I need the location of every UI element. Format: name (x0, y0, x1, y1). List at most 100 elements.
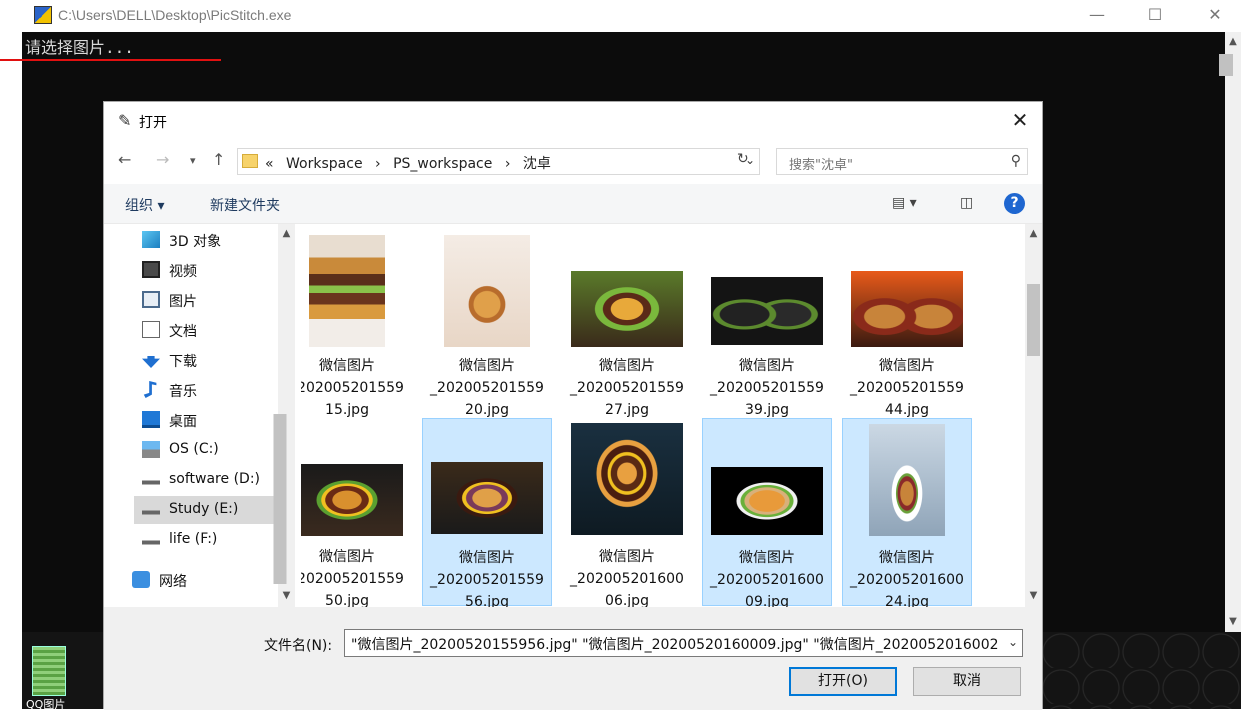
nav-item[interactable]: 视频 (134, 256, 274, 284)
scroll-up-icon[interactable]: ▲ (278, 228, 295, 239)
address-bar[interactable]: « Workspace › PS_workspace › 沈卓 ⌄ (237, 148, 760, 175)
nav-item[interactable]: 桌面 (134, 406, 274, 434)
file-tile[interactable]: 微信图片 _202005201559 50.jpg (301, 418, 412, 607)
nav-item-label: 网络 (159, 574, 187, 590)
documents-icon (142, 321, 160, 338)
recent-dropdown-icon[interactable]: ▾ (190, 154, 196, 167)
file-name-line: 微信图片 (739, 358, 795, 374)
dialog-close-button[interactable]: ✕ (1008, 108, 1032, 132)
nav-item[interactable]: 图片 (134, 286, 274, 314)
file-tile[interactable]: 微信图片 _202005201559 27.jpg (562, 227, 692, 418)
3d-objects-icon (142, 231, 160, 248)
file-name: 微信图片 _202005201559 27.jpg (562, 355, 692, 421)
file-tile[interactable]: 微信图片 _202005201559 15.jpg (301, 227, 412, 418)
file-name-line: _202005201559 (301, 380, 404, 396)
preview-pane-icon[interactable]: ◫ (960, 195, 973, 211)
scroll-up-icon[interactable]: ▲ (1225, 36, 1241, 47)
nav-item[interactable]: 网络 (124, 566, 264, 594)
search-input[interactable]: 搜索"沈卓" ⚲ (776, 148, 1028, 175)
nav-item[interactable]: 3D 对象 (134, 226, 274, 254)
nav-item-label: software (D:) (169, 471, 260, 487)
breadcrumb-ps-workspace[interactable]: PS_workspace (393, 156, 492, 172)
forward-icon[interactable]: → (156, 150, 169, 169)
help-icon[interactable]: ? (1004, 193, 1025, 214)
search-placeholder: 搜索"沈卓" (789, 158, 853, 173)
open-button[interactable]: 打开(O) (789, 667, 897, 696)
dialog-title: 打开 (139, 115, 167, 131)
file-name-line: 56.jpg (465, 594, 509, 607)
nav-item[interactable]: 音乐 (134, 376, 274, 404)
download-icon (142, 351, 160, 368)
chevron-down-icon[interactable]: ⌄ (1008, 635, 1018, 649)
file-name-line: _202005201559 (430, 572, 544, 588)
nav-item-label: 视频 (169, 264, 197, 280)
scroll-thumb[interactable] (1219, 54, 1233, 76)
minimize-button[interactable]: — (1074, 0, 1120, 32)
image-file-icon[interactable] (32, 646, 66, 696)
breadcrumb-current[interactable]: 沈卓 (523, 156, 551, 172)
file-name-line: _202005201559 (710, 380, 824, 396)
file-tile[interactable]: 微信图片 _202005201600 06.jpg (562, 418, 692, 607)
filename-label: 文件名(N): (264, 638, 333, 654)
breadcrumb-separator[interactable]: › (375, 156, 381, 172)
file-name: 微信图片 _202005201559 39.jpg (702, 355, 832, 421)
refresh-icon[interactable]: ↻ (737, 151, 749, 167)
filename-field[interactable]: "微信图片_20200520155956.jpg" "微信图片_20200520… (344, 629, 1023, 657)
view-options-icon[interactable]: ▤ ▾ (892, 195, 917, 211)
nav-item[interactable]: life (F:) (134, 526, 274, 554)
file-list-scrollbar[interactable]: ▲ ▼ (1025, 224, 1042, 607)
cancel-button[interactable]: 取消 (913, 667, 1021, 696)
scroll-down-icon[interactable]: ▼ (1025, 590, 1042, 601)
nav-item[interactable]: software (D:) (134, 466, 274, 494)
scroll-up-icon[interactable]: ▲ (1025, 228, 1042, 239)
back-icon[interactable]: ← (118, 150, 131, 169)
navigation-pane: 3D 对象视频图片文档下载音乐桌面 OS (C:) software (D:) Stu… (104, 224, 300, 607)
nav-item-label: 桌面 (169, 414, 197, 430)
file-tile[interactable]: 微信图片 _202005201600 09.jpg (702, 418, 832, 607)
feather-icon: ✎ (118, 111, 132, 130)
file-tile[interactable]: 微信图片 _202005201600 24.jpg (842, 418, 972, 607)
file-name-line: 微信图片 (459, 358, 515, 374)
nav-item[interactable]: OS (C:) (134, 436, 274, 464)
image-thumbnail (869, 424, 945, 536)
nav-item-label: OS (C:) (169, 441, 219, 457)
nav-item[interactable]: Study (E:) (134, 496, 274, 524)
file-tile[interactable]: 微信图片 _202005201559 39.jpg (702, 227, 832, 418)
file-name-line: _202005201600 (570, 571, 684, 587)
scroll-thumb[interactable] (1027, 284, 1040, 356)
red-underline (0, 59, 221, 61)
file-name-line: 微信图片 (319, 358, 375, 374)
search-icon[interactable]: ⚲ (1011, 153, 1021, 169)
music-icon (143, 381, 157, 398)
breadcrumb-overflow[interactable]: « (265, 156, 274, 172)
breadcrumb-separator[interactable]: › (505, 156, 511, 172)
close-button[interactable]: ✕ (1192, 0, 1238, 32)
file-name-line: 微信图片 (459, 550, 515, 566)
scroll-down-icon[interactable]: ▼ (1225, 616, 1241, 627)
file-name-line: _202005201600 (710, 572, 824, 588)
nav-item[interactable]: 文档 (134, 316, 274, 344)
organize-menu[interactable]: 组织 ▾ (125, 195, 164, 215)
scroll-down-icon[interactable]: ▼ (278, 590, 295, 601)
nav-item-label: 文档 (169, 324, 197, 340)
video-icon (142, 261, 160, 278)
breadcrumb-workspace[interactable]: Workspace (286, 156, 363, 172)
scroll-thumb[interactable] (273, 414, 287, 584)
file-tile[interactable]: 微信图片 _202005201559 44.jpg (842, 227, 972, 418)
file-tile[interactable]: 微信图片 _202005201559 56.jpg (422, 418, 552, 607)
nav-item-label: 下载 (169, 354, 197, 370)
up-icon[interactable]: ↑ (212, 150, 225, 169)
new-folder-button[interactable]: 新建文件夹 (210, 195, 280, 215)
nav-item-label: 图片 (169, 294, 197, 310)
nav-item[interactable]: 下载 (134, 346, 274, 374)
drive-icon (142, 531, 160, 548)
file-name-line: 50.jpg (325, 593, 369, 607)
file-name-line: 微信图片 (879, 550, 935, 566)
file-name: 微信图片 _202005201559 44.jpg (842, 355, 972, 421)
window-title: C:\Users\DELL\Desktop\PicStitch.exe (58, 7, 292, 23)
file-tile[interactable]: 微信图片 _202005201559 20.jpg (422, 227, 552, 418)
console-scrollbar[interactable]: ▲ ▼ (1219, 32, 1241, 632)
drive-icon (142, 501, 160, 518)
maximize-button[interactable]: ☐ (1132, 0, 1178, 32)
nav-pane-scrollbar[interactable]: ▲ ▼ (273, 224, 295, 607)
